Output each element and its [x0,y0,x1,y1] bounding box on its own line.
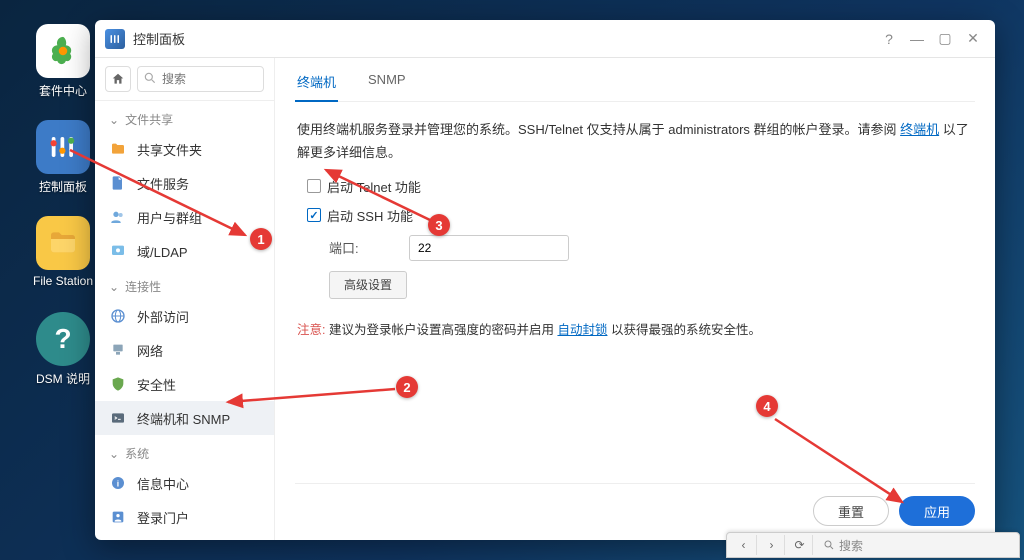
sidebar-item-file-services[interactable]: 文件服务 [95,166,274,200]
chevron-down-icon: ⌄ [109,447,119,461]
port-input[interactable] [409,235,569,261]
terminal-icon [109,409,127,427]
sidebar-item-user-group[interactable]: 用户与群组 [95,200,274,234]
sidebar-item-domain-ldap[interactable]: 域/LDAP [95,234,274,268]
taskbar-forward[interactable]: › [759,535,785,555]
chevron-down-icon: ⌄ [109,113,119,127]
desktop-label: 控制面板 [28,178,98,195]
file-icon [109,174,127,192]
link-auto-block[interactable]: 自动封锁 [557,323,607,337]
sidebar-section-system[interactable]: ⌄ 系统 [95,435,274,466]
main-panel: 终端机 SNMP 使用终端机服务登录并管理您的系统。SSH/Telnet 仅支持… [275,58,995,540]
chevron-down-icon: ⌄ [109,280,119,294]
dsm-help-icon: ? [36,312,90,366]
sidebar-item-info-center[interactable]: i 信息中心 [95,466,274,500]
desktop-label: DSM 说明 [28,370,98,387]
tab-terminal[interactable]: 终端机 [295,72,338,101]
info-icon: i [109,474,127,492]
taskbar-refresh[interactable]: ⟳ [787,535,813,555]
svg-text:i: i [117,478,119,488]
annotation-badge-2: 2 [396,376,418,398]
package-center-icon [36,24,90,78]
close-button[interactable]: ✕ [959,25,987,53]
folder-icon [109,140,127,158]
sidebar-item-network[interactable]: 网络 [95,333,274,367]
globe-icon [109,307,127,325]
sidebar-item-security[interactable]: 安全性 [95,367,274,401]
checkbox-checked-icon [307,208,321,222]
file-station-icon [36,216,90,270]
apply-button[interactable]: 应用 [899,496,975,526]
home-button[interactable] [105,66,131,92]
maximize-button[interactable]: ▢ [931,25,959,53]
sidebar-search[interactable] [137,66,264,92]
desktop-icon-package-center[interactable]: 套件中心 [28,24,98,99]
port-label: 端口: [329,238,385,257]
checkbox-icon [307,179,321,193]
reset-button[interactable]: 重置 [813,496,889,526]
window-icon [105,29,125,49]
sidebar-section-file-sharing[interactable]: ⌄ 文件共享 [95,101,274,132]
advanced-settings-button[interactable]: 高级设置 [329,271,407,299]
shield-icon [109,375,127,393]
taskbar-back[interactable]: ‹ [731,535,757,555]
network-icon [109,341,127,359]
taskbar-search[interactable]: 搜索 [815,537,1015,554]
annotation-badge-3: 3 [428,214,450,236]
annotation-badge-1: 1 [250,228,272,250]
search-icon [823,539,835,551]
desktop-icon-file-station[interactable]: File Station [28,216,98,288]
titlebar: 控制面板 ? — ▢ ✕ [95,20,995,58]
description: 使用终端机服务登录并管理您的系统。SSH/Telnet 仅支持从属于 admin… [297,118,973,165]
search-icon [143,71,157,90]
user-group-icon [109,208,127,226]
desktop-label: File Station [28,274,98,288]
checkbox-enable-telnet[interactable]: 启动 Telnet 功能 [307,177,973,196]
desktop-label: 套件中心 [28,82,98,99]
sidebar: ⌄ 文件共享 共享文件夹 文件服务 用户与群组 域/LDAP [95,58,275,540]
tab-snmp[interactable]: SNMP [366,72,408,101]
login-icon [109,508,127,526]
help-button[interactable]: ? [875,25,903,53]
sidebar-section-connectivity[interactable]: ⌄ 连接性 [95,268,274,299]
tabs: 终端机 SNMP [295,58,975,102]
sidebar-item-shared-folder[interactable]: 共享文件夹 [95,132,274,166]
annotation-badge-4: 4 [756,395,778,417]
minimize-button[interactable]: — [903,25,931,53]
checkbox-enable-ssh[interactable]: 启动 SSH 功能 [307,206,973,225]
sidebar-item-external-access[interactable]: 外部访问 [95,299,274,333]
sidebar-item-terminal-snmp[interactable]: 终端机和 SNMP [95,401,274,435]
domain-icon [109,242,127,260]
home-icon [111,72,125,86]
desktop-icon-dsm-help[interactable]: ? DSM 说明 [28,312,98,387]
sidebar-item-login-portal[interactable]: 登录门户 [95,500,274,534]
desktop-icon-control-panel[interactable]: 控制面板 [28,120,98,195]
taskbar: ‹ › ⟳ 搜索 [726,532,1020,558]
control-panel-window: 控制面板 ? — ▢ ✕ ⌄ 文件共享 [95,20,995,540]
control-panel-icon [36,120,90,174]
link-terminal-help[interactable]: 终端机 [900,122,939,137]
security-note: 注意: 建议为登录帐户设置高强度的密码并启用 自动封锁 以获得最强的系统安全性。 [297,319,973,338]
window-title: 控制面板 [133,29,875,48]
